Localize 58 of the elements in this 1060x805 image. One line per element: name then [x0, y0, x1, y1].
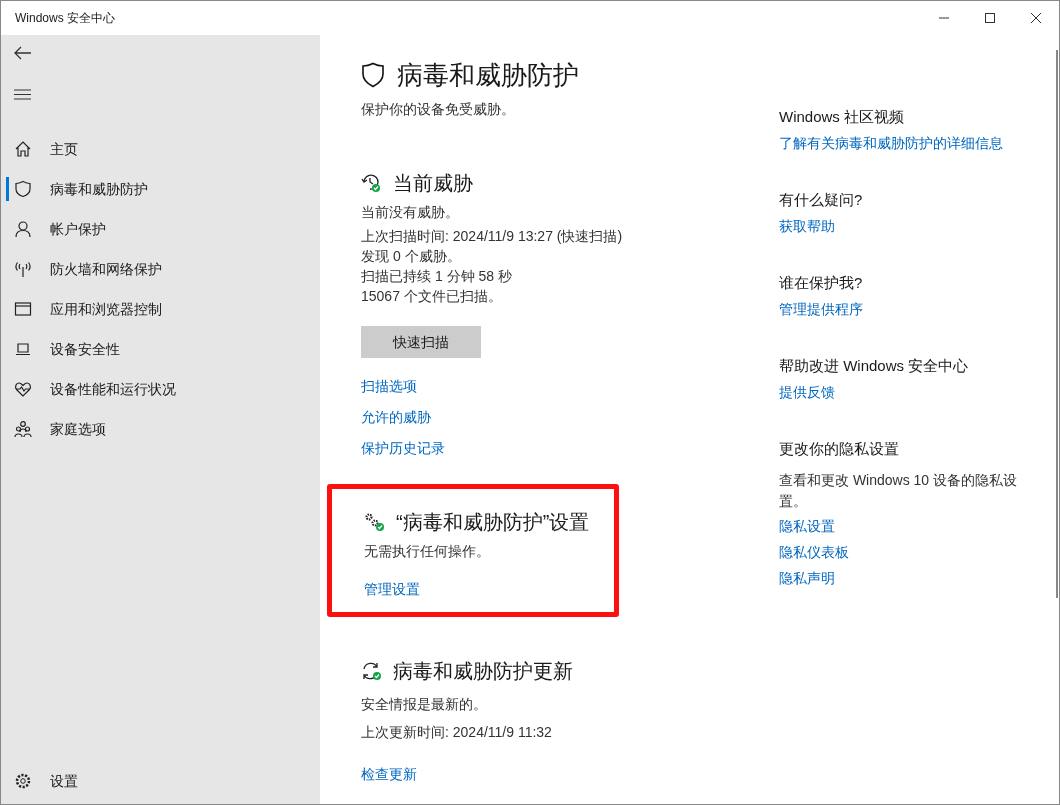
link[interactable]: 扫描选项 — [361, 376, 417, 397]
status-text: 上次扫描时间: 2024/11/9 13:27 (快速扫描) — [361, 227, 624, 246]
link[interactable]: 提供反馈 — [779, 382, 835, 403]
sidebar-item[interactable]: 设备性能和运行状况 — [1, 369, 320, 409]
gears-check-icon — [364, 512, 386, 532]
quick-scan-button[interactable]: 快速扫描 — [361, 326, 481, 358]
aside-text: 查看和更改 Windows 10 设备的隐私设置。 — [779, 471, 1019, 511]
aside-heading: Windows 社区视频 — [779, 107, 906, 127]
link[interactable]: 保护历史记录 — [361, 438, 445, 459]
sidebar-item[interactable]: 防火墙和网络保护 — [1, 249, 320, 289]
aside-heading: 有什么疑问? — [779, 190, 864, 210]
aside-heading: 更改你的隐私设置 — [779, 439, 900, 459]
link[interactable]: 获取帮助 — [779, 216, 835, 237]
settings-icon — [14, 772, 32, 790]
menu-button[interactable] — [13, 87, 31, 101]
maximize-icon — [985, 13, 995, 23]
window-icon — [14, 300, 32, 318]
link[interactable]: 检查更新 — [361, 764, 417, 785]
page-subtitle: 保护你的设备免受威胁。 — [361, 100, 516, 119]
scrollbar[interactable] — [1056, 50, 1058, 598]
link[interactable]: 管理设置 — [364, 579, 420, 600]
aside-heading: 谁在保护我? — [779, 273, 864, 293]
shield-icon — [361, 62, 385, 88]
link[interactable]: 了解有关病毒和威胁防护的详细信息 — [779, 133, 1003, 154]
shield-icon — [14, 180, 32, 198]
home-icon — [14, 140, 32, 158]
link[interactable]: 管理提供程序 — [779, 299, 863, 320]
status-text: 安全情报是最新的。 — [361, 695, 488, 714]
antenna-icon — [14, 260, 32, 278]
page-title: 病毒和威胁防护 — [397, 59, 579, 91]
status-text: 发现 0 个威胁。 — [361, 247, 462, 266]
person-icon — [14, 220, 32, 238]
sync-check-icon — [361, 661, 383, 681]
sidebar-item[interactable]: 设备安全性 — [1, 329, 320, 369]
status-text: 当前没有威胁。 — [361, 203, 460, 222]
section-title: “病毒和威胁防护”设置 — [396, 510, 590, 535]
heart-icon — [14, 380, 32, 398]
clock-check-icon — [361, 173, 383, 193]
laptop-icon — [14, 340, 32, 358]
family-icon — [14, 420, 32, 438]
link[interactable]: 隐私设置 — [779, 516, 835, 537]
sidebar-item[interactable]: 帐户保护 — [1, 209, 320, 249]
link[interactable]: 隐私声明 — [779, 568, 835, 589]
sidebar-item[interactable]: 应用和浏览器控制 — [1, 289, 320, 329]
status-text: 扫描已持续 1 分钟 58 秒 — [361, 267, 513, 286]
section-title: 当前威胁 — [393, 171, 473, 196]
status-text: 无需执行任何操作。 — [364, 542, 491, 561]
close-icon — [1031, 13, 1041, 23]
status-text: 上次更新时间: 2024/11/9 11:32 — [361, 723, 553, 742]
section-title: 病毒和威胁防护更新 — [393, 659, 573, 684]
link[interactable]: 隐私仪表板 — [779, 542, 849, 563]
sidebar-item[interactable]: 家庭选项 — [1, 409, 320, 449]
window-title: Windows 安全中心 — [15, 10, 116, 27]
aside-heading: 帮助改进 Windows 安全中心 — [779, 356, 970, 376]
sidebar-item[interactable]: 设置 — [1, 761, 320, 801]
link[interactable]: 允许的威胁 — [361, 407, 431, 428]
sidebar-item[interactable]: 主页 — [1, 129, 320, 169]
status-text: 15067 个文件已扫描。 — [361, 287, 503, 306]
